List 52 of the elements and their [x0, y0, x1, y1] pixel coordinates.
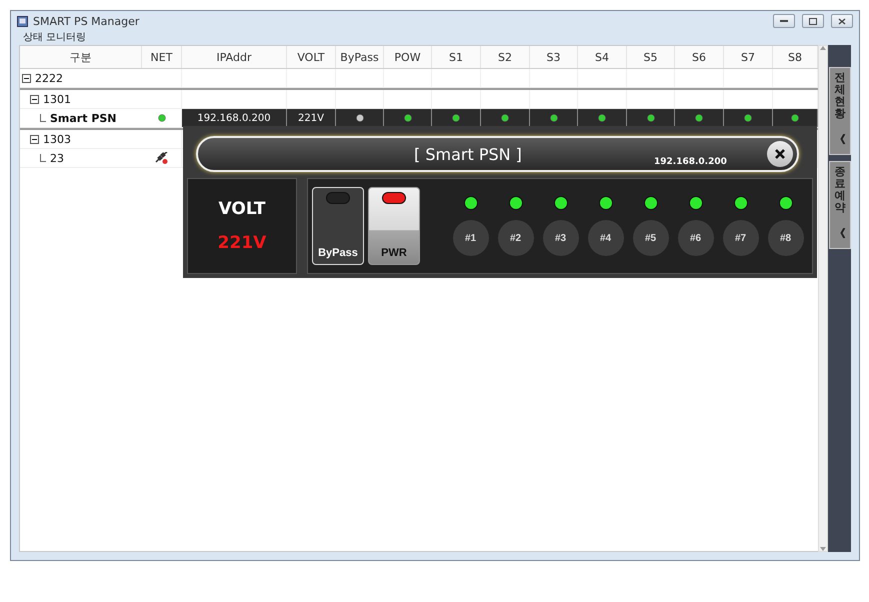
app-icon	[17, 16, 28, 26]
slot-button[interactable]: #6	[678, 220, 714, 256]
tree-connector-icon	[40, 114, 46, 122]
slot-button[interactable]: #7	[722, 220, 758, 256]
tree-item-label[interactable]: 2222	[35, 72, 63, 84]
column-header[interactable]: S7	[724, 46, 773, 68]
column-header[interactable]: VOLT	[287, 46, 336, 68]
side-tab[interactable]: 종료예약 《	[829, 161, 851, 249]
volt-cell: 221V	[287, 109, 336, 127]
close-button[interactable]	[767, 141, 793, 167]
slot-button[interactable]: #2	[498, 220, 534, 256]
toggle-button[interactable]: PWR	[368, 187, 420, 265]
column-header[interactable]: IPAddr	[182, 46, 287, 68]
menu-item[interactable]: 상태 모니터링	[23, 31, 86, 45]
minimize-button[interactable]	[773, 14, 795, 28]
volt-value: 221V	[218, 233, 266, 253]
slot-button[interactable]: #3	[542, 220, 578, 256]
tree-item-label[interactable]: Smart PSN	[50, 112, 117, 124]
close-icon	[774, 148, 786, 160]
close-button[interactable]	[831, 14, 853, 28]
column-header[interactable]: S3	[530, 46, 578, 68]
column-header[interactable]: NET	[142, 46, 182, 68]
collapse-icon[interactable]	[22, 74, 31, 82]
column-header[interactable]: POW	[384, 46, 432, 68]
tree-item-label[interactable]: 1301	[43, 92, 71, 106]
column-header[interactable]: ByPass	[336, 46, 384, 68]
volt-label: VOLT	[218, 199, 266, 219]
collapse-icon[interactable]	[30, 94, 39, 104]
slot-button[interactable]: #8	[768, 220, 804, 256]
side-tab[interactable]: 전체현황 《	[829, 67, 851, 155]
slot-button[interactable]: #4	[588, 220, 624, 256]
maximize-icon	[809, 18, 817, 24]
column-header[interactable]: S1	[432, 46, 481, 68]
column-header[interactable]: S4	[578, 46, 627, 68]
collapse-icon[interactable]	[30, 134, 39, 144]
popup-ip: 192.168.0.200	[654, 157, 727, 167]
column-header[interactable]: S2	[481, 46, 530, 68]
column-header[interactable]: 구분	[20, 46, 142, 68]
popup-title: [ Smart PSN ]	[414, 144, 522, 164]
tree-item-label[interactable]: 23	[50, 152, 64, 164]
minimize-icon	[780, 20, 788, 22]
slot-button[interactable]: #5	[632, 220, 668, 256]
tree-connector-icon	[40, 154, 46, 162]
tree-item-label[interactable]: 1303	[43, 132, 71, 146]
column-header[interactable]: S6	[675, 46, 724, 68]
close-icon	[838, 18, 846, 24]
slot-button[interactable]: #1	[452, 220, 488, 256]
window-title: SMART PS Manager	[33, 14, 140, 28]
maximize-button[interactable]	[802, 14, 824, 28]
toggle-button[interactable]: ByPass	[312, 187, 364, 265]
column-header[interactable]: S5	[627, 46, 675, 68]
ip-cell: 192.168.0.200	[182, 109, 287, 127]
